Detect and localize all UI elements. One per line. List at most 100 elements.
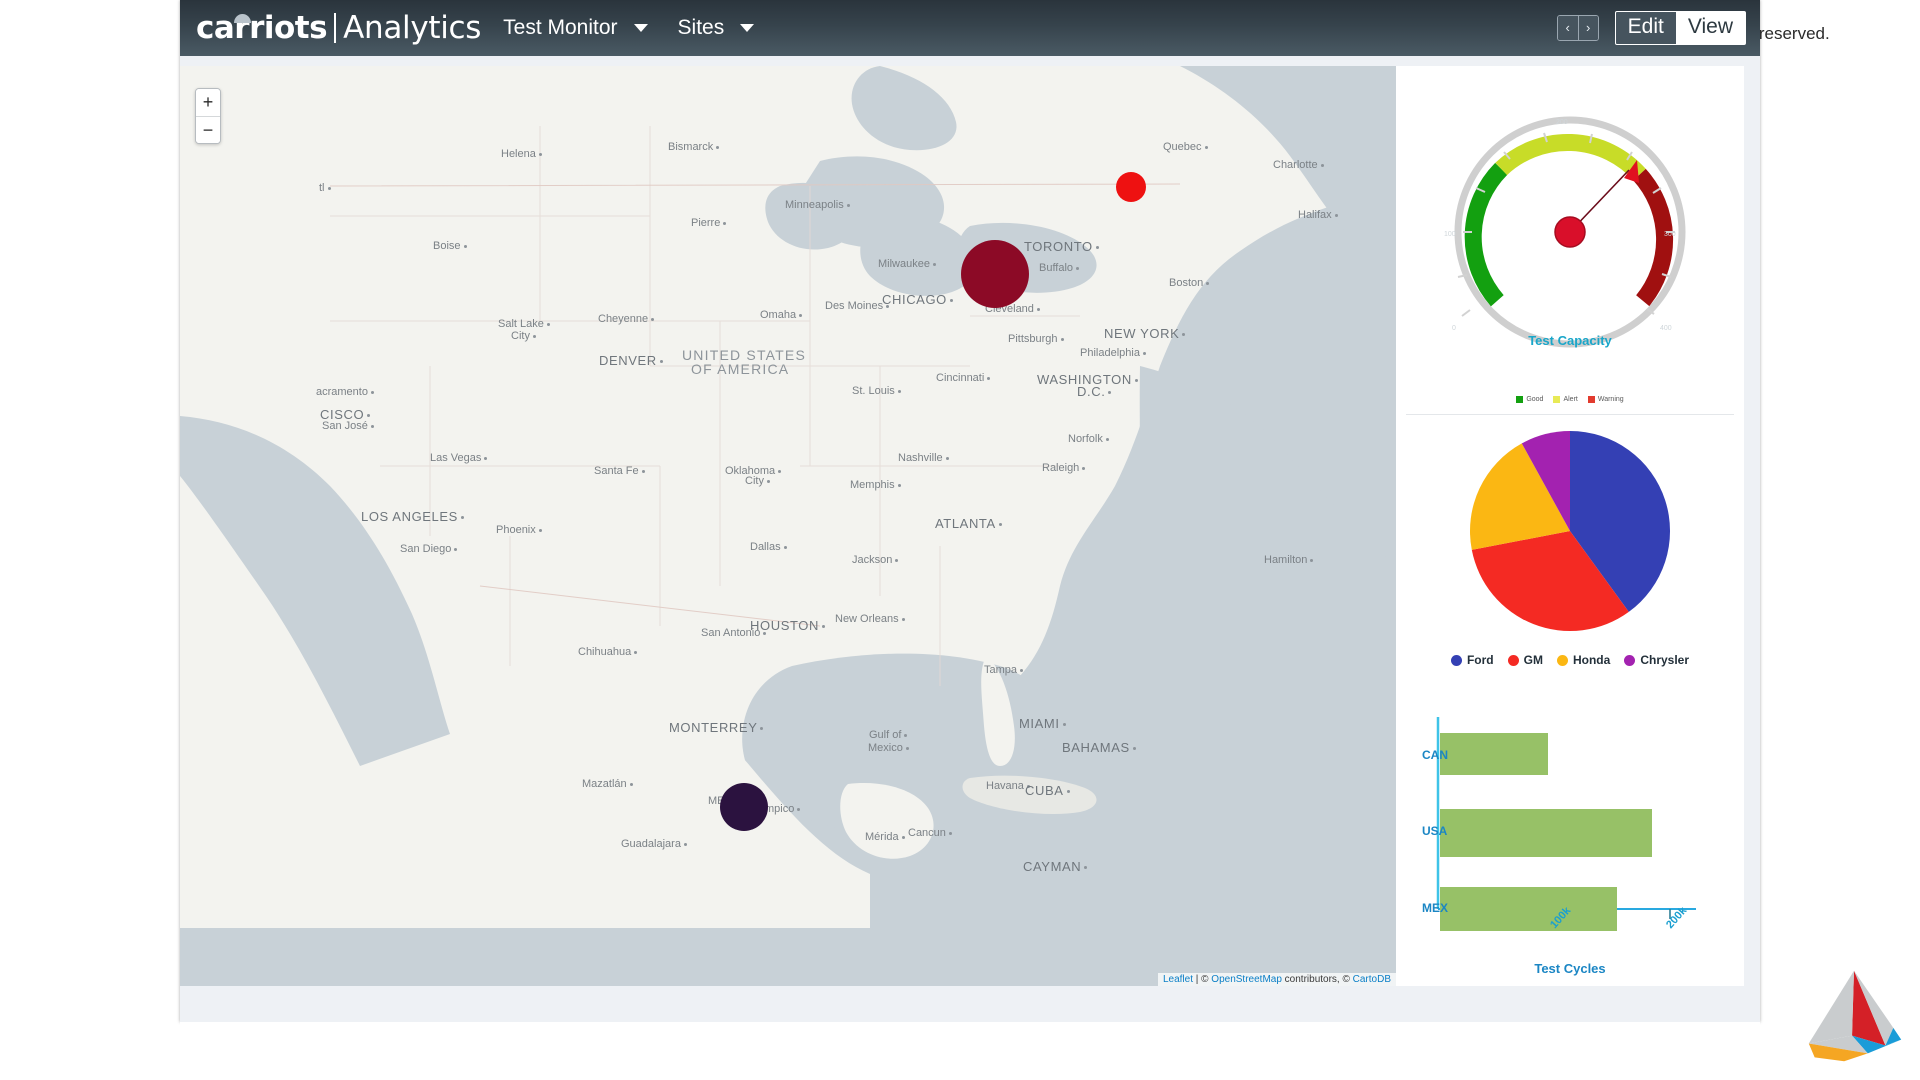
map-label-dot-icon [538,528,542,532]
page-footer-area [180,1022,1760,1080]
bar-can [1440,733,1548,775]
map-canvas[interactable]: UNITED STATES OF AMERICA Helena Bismarck Que… [180,66,1396,986]
map-label: BAHAMAS [1062,740,1136,755]
next-dashboard-button[interactable]: › [1577,16,1598,40]
map-label: Boston [1169,277,1210,289]
map-widget[interactable]: UNITED STATES OF AMERICA Helena Bismarck Que… [180,66,1396,986]
svg-text:300: 300 [1664,231,1676,238]
map-label: Pierre [691,217,727,229]
screen-root: ghts reserved. carriots Analytics Test M… [0,0,1920,1080]
map-label: OF AMERICA [691,361,790,377]
map-label-dot-icon [932,262,936,266]
map-label-dot-icon [949,299,953,303]
map-label: Mazatlán [582,778,633,790]
pie-legend-item-gm[interactable]: GM [1507,653,1543,667]
chevron-down-icon[interactable] [633,24,648,32]
gauge-legend-item-alert[interactable]: Alert [1553,396,1578,403]
map-label-dot-icon [723,221,727,225]
site-marker-darkred-large[interactable] [961,240,1029,308]
zoom-in-button[interactable]: + [196,89,220,116]
pie-widget[interactable]: Ford GM Honda Chrysler [1396,418,1744,688]
map-label-dot-icon [460,516,464,520]
map-label-dot-icon [683,842,687,846]
menu-sites[interactable]: Sites [678,16,755,40]
map-label: Guadalajara [621,838,687,850]
menu-sites-label: Sites [677,16,725,39]
map-label: Tampa [984,664,1024,676]
view-mode-button[interactable]: View [1675,12,1745,44]
map-label: Minneapolis [785,199,850,211]
map-label-dot-icon [901,617,905,621]
map-label: St. Louis [852,385,901,397]
gauge-legend: Good Alert Warning [1396,396,1744,403]
map-label: Hamilton [1264,554,1314,566]
svg-text:400: 400 [1660,325,1672,332]
map-label: Cincinnati [936,372,991,384]
leaflet-link[interactable]: Leaflet [1163,974,1193,985]
map-label: DENVER [599,353,663,368]
map-label: Chihuahua [578,646,638,658]
menu-test-monitor[interactable]: Test Monitor [503,16,648,40]
map-label-dot-icon [546,322,550,326]
map-label-dot-icon [370,390,374,394]
prev-dashboard-button[interactable]: ‹ [1557,16,1578,40]
map-label-dot-icon [327,186,331,190]
map-label-dot-icon [897,389,901,393]
chevron-down-icon[interactable] [740,24,755,32]
legend-swatch-icon [1516,396,1524,403]
map-label: Norfolk [1068,433,1109,445]
dashboard-content: UNITED STATES OF AMERICA Helena Bismarck Que… [180,56,1760,1078]
cartodb-link[interactable]: CartoDB [1353,974,1391,985]
map-label: Phoenix [496,524,542,536]
legend-dot-icon [1556,654,1568,666]
pie-legend-item-honda[interactable]: Honda [1556,653,1610,667]
attr-contributors: contributors, © [1281,974,1353,985]
openstreetmap-link[interactable]: OpenStreetMap [1211,974,1282,985]
map-label: Philadelphia [1080,347,1146,359]
map-label: Raleigh [1042,462,1086,474]
map-label: Cheyenne [598,313,655,325]
map-label-dot-icon [904,733,908,737]
bar-category-label-usa: USA [1422,824,1448,838]
map-label-dot-icon [797,807,801,811]
map-label: NEW YORK [1104,326,1186,341]
gauge-legend-item-warning[interactable]: Warning [1587,396,1624,403]
zoom-out-button[interactable]: − [196,116,220,143]
pie-legend: Ford GM Honda Chrysler [1396,653,1744,667]
gauge-legend-label-good: Good [1526,396,1544,403]
map-label: mpico [765,803,801,815]
map-label-dot-icon [659,360,663,364]
map-label-dot-icon [629,782,633,786]
map-label: San Diego [400,543,458,555]
bar-usa [1440,809,1652,857]
bar-category-label-mex: MEX [1422,901,1449,915]
pie-legend-item-chrysler[interactable]: Chrysler [1624,653,1689,667]
map-label-dot-icon [1076,266,1080,270]
map-label-dot-icon [463,244,467,248]
bar-chart-widget[interactable]: CAN USA MEX 100k 200k Test Cycles [1396,711,1744,986]
map-label-dot-icon [634,650,638,654]
site-marker-red-small[interactable] [1116,172,1146,202]
brand-name-secondary: Analytics [343,10,482,46]
map-label: Dallas [750,541,787,553]
header-controls: ‹ › Edit View [1556,0,1746,56]
map-label: Pittsburgh [1008,333,1064,345]
gauge-legend-item-good[interactable]: Good [1516,396,1543,403]
map-label: CUBA [1025,783,1070,798]
map-label: MONTERREY [669,720,764,735]
map-label-dot-icon [716,145,720,149]
map-label: Mexico [868,742,909,754]
pie-legend-item-ford[interactable]: Ford [1450,653,1494,667]
map-zoom-controls: + − [195,88,221,144]
bar-category-label-can: CAN [1422,748,1448,762]
site-marker-purple[interactable] [720,783,768,831]
gauge-widget[interactable]: 0 100 200 300 400 Test Capacity Good Ale… [1396,66,1744,415]
map-label: tl [319,182,331,194]
edit-mode-button[interactable]: Edit [1615,12,1676,44]
map-label-dot-icon [367,414,371,418]
legend-dot-icon [1450,654,1462,666]
map-label: ATLANTA [935,516,1002,531]
map-label: Halifax [1298,209,1338,221]
map-label: City [745,475,770,487]
map-label-dot-icon [948,831,952,835]
